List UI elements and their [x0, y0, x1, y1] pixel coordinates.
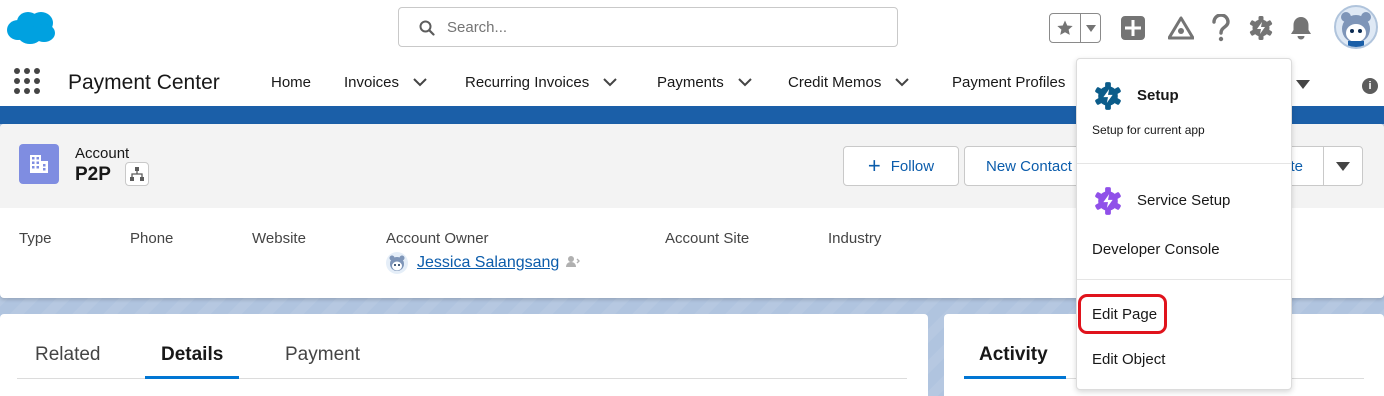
record-object-label: Account: [75, 145, 130, 162]
favorites-group: [1049, 13, 1101, 43]
chevron-down-icon: [1085, 24, 1096, 32]
help-icon: [1212, 14, 1230, 42]
trailhead-button[interactable]: [1166, 13, 1196, 43]
tab-activity[interactable]: Activity: [979, 344, 1048, 366]
hierarchy-icon: [130, 167, 144, 181]
global-search-box[interactable]: Search...: [398, 7, 898, 47]
service-setup-gear-icon: [1095, 187, 1121, 215]
nav-item-payment-profiles[interactable]: Payment Profiles: [952, 74, 1065, 91]
favorites-list-button[interactable]: [1081, 14, 1100, 42]
edit-page-highlight: [1078, 294, 1167, 334]
add-icon: [1121, 16, 1145, 40]
account-owner-link[interactable]: Jessica Salangsang: [417, 254, 559, 272]
menu-item-edit-object[interactable]: Edit Object: [1092, 351, 1165, 368]
setup-menu-title[interactable]: Setup: [1137, 87, 1179, 104]
view-hierarchy-button[interactable]: [125, 162, 149, 186]
more-actions-button[interactable]: [1323, 146, 1363, 186]
star-icon: [1057, 20, 1073, 35]
favorites-star-button[interactable]: [1050, 14, 1081, 42]
gear-icon: [1249, 16, 1273, 40]
help-button[interactable]: [1206, 13, 1236, 43]
field-label-account-owner: Account Owner: [386, 230, 489, 247]
owner-avatar: [386, 252, 408, 274]
menu-item-developer-console[interactable]: Developer Console: [1092, 241, 1220, 258]
menu-divider: [1077, 279, 1291, 280]
record-tabs-panel: Related Details Payment: [0, 314, 928, 396]
account-owner-value: Jessica Salangsang: [386, 252, 581, 274]
tab-details[interactable]: Details: [161, 344, 223, 366]
nav-item-invoices[interactable]: Invoices: [344, 74, 427, 91]
chevron-down-icon[interactable]: [737, 78, 752, 87]
info-icon[interactable]: i: [1362, 78, 1378, 94]
app-launcher-icon[interactable]: [14, 68, 40, 94]
field-label-account-site: Account Site: [665, 230, 750, 247]
nav-item-payments[interactable]: Payments: [657, 74, 752, 91]
active-tab-indicator: [145, 376, 239, 379]
setup-menu-subtitle: Setup for current app: [1092, 123, 1205, 137]
follow-button[interactable]: + Follow: [843, 146, 959, 186]
nav-more-button[interactable]: [1296, 76, 1310, 94]
trailhead-icon: [1168, 16, 1194, 40]
nav-item-home[interactable]: Home: [271, 74, 311, 91]
menu-divider: [1077, 163, 1291, 164]
chevron-down-icon[interactable]: [895, 78, 910, 87]
active-tab-indicator: [964, 376, 1066, 379]
notifications-button[interactable]: [1286, 13, 1316, 43]
astro-avatar-icon: [1341, 12, 1371, 47]
nav-item-recurring-invoices[interactable]: Recurring Invoices: [465, 74, 617, 91]
field-label-website: Website: [252, 230, 306, 247]
nav-item-credit-memos[interactable]: Credit Memos: [788, 74, 910, 91]
global-header: Search...: [0, 0, 1384, 58]
plus-icon: +: [867, 153, 881, 178]
record-name: P2P: [75, 164, 111, 185]
account-icon: [19, 144, 59, 184]
bell-icon: [1291, 17, 1311, 40]
chevron-down-icon: [1336, 161, 1350, 171]
app-name: Payment Center: [68, 71, 220, 94]
tab-related[interactable]: Related: [35, 344, 101, 366]
field-label-phone: Phone: [130, 230, 174, 247]
setup-menu-dropdown: Setup Setup for current app Service Setu…: [1076, 58, 1292, 390]
search-placeholder: Search...: [447, 19, 508, 36]
change-owner-icon[interactable]: [565, 253, 581, 274]
field-label-industry: Industry: [828, 230, 882, 247]
menu-item-service-setup[interactable]: Service Setup: [1137, 192, 1230, 209]
chevron-down-icon[interactable]: [413, 78, 427, 87]
user-avatar[interactable]: [1334, 5, 1378, 49]
chevron-down-icon: [1296, 80, 1310, 89]
search-icon: [419, 20, 435, 41]
setup-gear-icon: [1095, 82, 1121, 110]
salesforce-cloud-logo[interactable]: [4, 10, 56, 46]
chevron-down-icon[interactable]: [603, 78, 617, 87]
global-actions-button[interactable]: [1118, 13, 1148, 43]
tab-payment[interactable]: Payment: [285, 344, 360, 366]
field-label-type: Type: [19, 230, 52, 247]
setup-gear-button[interactable]: [1246, 13, 1276, 43]
